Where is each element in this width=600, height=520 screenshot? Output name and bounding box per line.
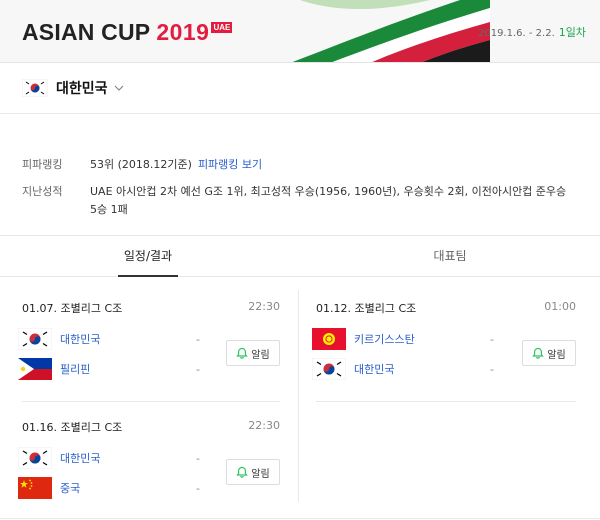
- match-group: 조별리그 C조: [60, 302, 123, 315]
- fifa-ranking-value: 53위 (2018.12기준): [90, 158, 192, 171]
- period-dates: 2019.1.6. - 2.2.: [477, 28, 555, 39]
- alarm-button[interactable]: 알림: [226, 459, 280, 485]
- match-card: 01.07. 조별리그 C조 22:30 대한민국 - 필리핀 - 알림: [18, 300, 280, 390]
- score: -: [196, 333, 200, 346]
- tab-schedule[interactable]: 일정/결과: [118, 236, 178, 277]
- chevron-down-icon: [114, 85, 123, 91]
- score: -: [196, 452, 200, 465]
- bell-icon: [236, 347, 248, 359]
- history-label: 지난성적: [22, 185, 63, 198]
- korea-flag-icon: [312, 358, 346, 380]
- alarm-label: 알림: [251, 349, 270, 361]
- fifa-ranking-label: 피파랭킹: [22, 158, 63, 171]
- tab-national-team[interactable]: 대표팀: [420, 236, 480, 277]
- alarm-button[interactable]: 알림: [226, 340, 280, 366]
- score: -: [490, 363, 494, 376]
- bell-icon: [532, 347, 544, 359]
- team-name: 중국: [60, 482, 81, 495]
- match-date: 01.07.: [22, 302, 57, 315]
- tournament-period: 2019.1.6. - 2.2. 1일차: [478, 24, 586, 40]
- team-name: 키르기스스탄: [354, 333, 415, 346]
- alarm-button[interactable]: 알림: [522, 340, 576, 366]
- team-selector[interactable]: 대한민국: [22, 78, 124, 98]
- team-name: 대한민국: [60, 452, 101, 465]
- team-name: 대한민국: [60, 333, 101, 346]
- score: -: [196, 363, 200, 376]
- match-group: 조별리그 C조: [354, 302, 417, 315]
- alarm-label: 알림: [251, 468, 270, 480]
- day-label: 1일차: [558, 26, 586, 39]
- korea-flag-icon: [22, 79, 48, 97]
- header-banner: ASIAN CUP 2019 UAE 2019.1.6. - 2.2. 1일차: [0, 0, 600, 63]
- logo-year-text: 2019: [156, 18, 210, 45]
- match-group: 조별리그 C조: [60, 421, 123, 434]
- banner-swoosh-decoration: [292, 0, 490, 62]
- match-time: 01:00: [544, 300, 576, 313]
- team-name: 필리핀: [60, 363, 91, 376]
- history-value: UAE 아시안컵 2차 예선 G조 1위, 최고성적 우승(1956, 1960…: [90, 185, 567, 216]
- match-home-team[interactable]: 대한민국: [18, 447, 100, 469]
- korea-flag-icon: [18, 328, 52, 350]
- fifa-ranking-row: 피파랭킹 53위 (2018.12기준) 피파랭킹 보기: [22, 156, 582, 174]
- score: -: [196, 482, 200, 495]
- fifa-ranking-link[interactable]: 피파랭킹 보기: [198, 158, 262, 171]
- match-date: 01.12.: [316, 302, 351, 315]
- korea-flag-icon: [18, 447, 52, 469]
- kyrgyzstan-flag-icon: [312, 328, 346, 350]
- philippines-flag-icon: [18, 358, 52, 380]
- match-away-team[interactable]: 중국: [18, 477, 80, 499]
- team-name: 대한민국: [354, 363, 395, 376]
- match-away-team[interactable]: 대한민국: [312, 358, 394, 380]
- score: -: [490, 333, 494, 346]
- selected-team-name: 대한민국: [56, 81, 108, 97]
- match-date: 01.16.: [22, 421, 57, 434]
- logo-main-text: ASIAN CUP: [22, 18, 151, 45]
- bottom-border: [0, 518, 600, 519]
- team-info: 피파랭킹 53위 (2018.12기준) 피파랭킹 보기 지난성적 UAE 아시안…: [22, 156, 582, 228]
- match-card: 01.16. 조별리그 C조 22:30 대한민국 - 중국 - 알림: [18, 419, 280, 509]
- match-time: 22:30: [248, 419, 280, 432]
- match-time: 22:30: [248, 300, 280, 313]
- tab-bar: 일정/결과 대표팀: [0, 235, 600, 277]
- match-separator: [316, 401, 576, 402]
- match-home-team[interactable]: 대한민국: [18, 328, 100, 350]
- history-row: 지난성적 UAE 아시안컵 2차 예선 G조 1위, 최고성적 우승(1956,…: [22, 183, 582, 219]
- match-card: 01.12. 조별리그 C조 01:00 키르기스스탄 - 대한민국 - 알림: [312, 300, 576, 390]
- section-divider: [0, 113, 600, 114]
- china-flag-icon: [18, 477, 52, 499]
- match-away-team[interactable]: 필리핀: [18, 358, 90, 380]
- match-home-team[interactable]: 키르기스스탄: [312, 328, 415, 350]
- alarm-label: 알림: [547, 349, 566, 361]
- logo-uae-badge: UAE: [211, 21, 233, 33]
- asian-cup-logo[interactable]: ASIAN CUP 2019 UAE: [22, 18, 233, 45]
- bell-icon: [236, 466, 248, 478]
- column-divider: [298, 290, 299, 502]
- match-separator: [22, 401, 280, 402]
